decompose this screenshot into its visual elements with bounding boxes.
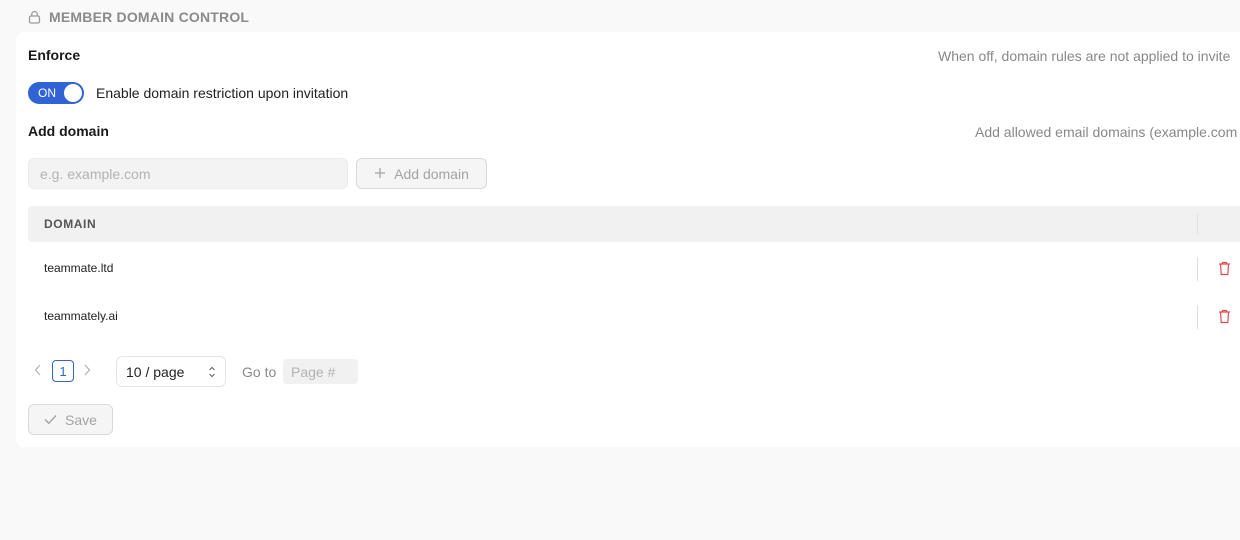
add-domain-button-label: Add domain (394, 165, 469, 182)
sort-arrows-icon (208, 365, 216, 382)
domain-input[interactable] (28, 158, 348, 189)
column-header-domain: DOMAIN (44, 217, 97, 231)
goto-label: Go to (242, 364, 277, 380)
page-size-value: 10 / page (126, 363, 185, 380)
plus-icon (374, 166, 386, 182)
check-icon (44, 412, 57, 428)
save-button[interactable]: Save (28, 404, 113, 435)
toggle-knob (64, 84, 82, 102)
add-domain-hint: Add allowed email domains (example.com (975, 124, 1238, 140)
toggle-label: Enable domain restriction upon invitatio… (96, 85, 349, 101)
add-domain-button[interactable]: Add domain (356, 158, 487, 189)
enforce-label: Enforce (28, 47, 81, 63)
save-button-label: Save (65, 411, 97, 428)
trash-icon[interactable] (1218, 261, 1231, 281)
next-page-icon[interactable] (83, 363, 91, 379)
lock-icon (28, 10, 41, 24)
trash-icon[interactable] (1218, 309, 1231, 329)
add-domain-label: Add domain (28, 123, 109, 139)
table-row: teammately.ai (28, 293, 1240, 341)
domain-cell: teammate.ltd (44, 261, 114, 275)
enforce-toggle[interactable]: ON (28, 82, 84, 104)
column-divider (1197, 305, 1198, 329)
prev-page-icon[interactable] (34, 363, 42, 379)
page-button[interactable]: 1 (52, 360, 74, 382)
section-header: MEMBER DOMAIN CONTROL (28, 8, 249, 26)
column-divider (1197, 214, 1198, 234)
page-size-select[interactable]: 10 / page (116, 356, 226, 387)
column-divider (1197, 257, 1198, 281)
domain-cell: teammately.ai (44, 309, 118, 323)
table-row: teammate.ltd (28, 245, 1240, 293)
section-title: MEMBER DOMAIN CONTROL (49, 9, 250, 25)
toggle-state-text: ON (38, 86, 56, 100)
goto-page-input[interactable] (283, 359, 358, 384)
enforce-hint: When off, domain rules are not applied t… (938, 48, 1231, 64)
table-header: DOMAIN (28, 206, 1240, 242)
domain-control-card: Enforce When off, domain rules are not a… (16, 32, 1240, 447)
